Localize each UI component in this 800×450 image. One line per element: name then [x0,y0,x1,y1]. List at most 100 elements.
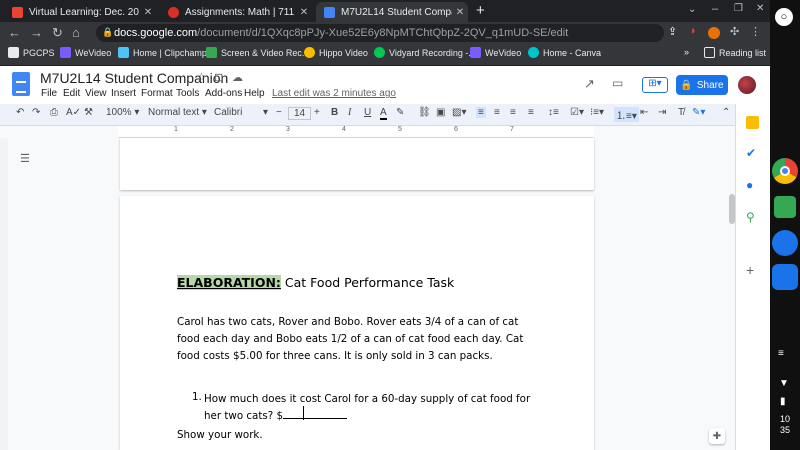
launcher-icon[interactable]: ○ [775,8,793,26]
print-icon[interactable]: ⎙ [50,107,58,118]
italic-icon[interactable]: I [348,107,351,118]
reload-icon[interactable]: ↻ [52,25,63,41]
menu-help[interactable]: Help [244,88,265,99]
font-size-input[interactable]: 14 [288,107,312,120]
window-close-icon[interactable]: ✕ [756,3,764,14]
restore-icon[interactable]: ❐ [734,3,743,14]
close-icon[interactable]: ✕ [452,7,468,18]
reading-list-button[interactable]: Reading list [704,47,766,58]
paint-format-icon[interactable]: ⚒ [84,107,93,118]
bookmark-pgcps[interactable]: PGCPS [8,47,55,58]
extension-icon[interactable] [708,27,720,39]
highlight-icon[interactable]: ✎ [396,107,404,118]
menu-icon[interactable]: ⋮ [750,25,761,38]
home-icon[interactable]: ⌂ [72,25,80,40]
bookmark-wevideo[interactable]: WeVideo [60,47,111,58]
comment-icon[interactable]: ▭ [612,76,623,90]
align-right-icon[interactable]: ≡ [510,107,516,118]
tab-virtual-learning[interactable]: Virtual Learning: Dec. 20 through ✕ [4,2,156,22]
bookmark-canva[interactable]: Home - Canva [528,47,601,58]
tab-student-companion[interactable]: M7U2L14 Student Companion - Go ✕ [316,2,468,22]
bookmark-label: WeVideo [75,47,112,58]
spellcheck-icon[interactable]: A✓ [66,107,81,118]
align-left-icon[interactable]: ≡ [476,107,486,118]
move-folder-icon[interactable]: ⊡ [214,71,223,84]
system-clock[interactable]: 10 35 [770,414,800,436]
decrease-font-size-icon[interactable]: − [276,107,282,118]
classroom-icon[interactable] [774,196,796,218]
keep-icon[interactable] [746,116,759,129]
share-button[interactable]: 🔒 Share [676,75,728,95]
menu-file[interactable]: File [41,88,57,99]
decrease-indent-icon[interactable]: ⇤ [640,107,648,118]
close-icon[interactable]: ✕ [140,7,156,18]
contacts-icon[interactable]: ● [746,178,753,192]
back-icon[interactable]: ← [8,25,21,40]
menu-edit[interactable]: Edit [63,88,80,99]
undo-icon[interactable]: ↶ [16,107,24,118]
bookmarks-overflow-icon[interactable]: » [684,47,689,57]
insert-comment-icon[interactable]: ▣ [436,107,445,118]
insert-image-icon[interactable]: ▨▾ [452,107,466,118]
puzzle-icon[interactable]: ✣ [730,25,739,38]
menu-addons[interactable]: Add-ons [205,88,242,99]
close-icon[interactable]: ✕ [296,7,312,18]
justify-icon[interactable]: ≡ [528,107,534,118]
minimize-icon[interactable]: – [712,3,718,15]
font-select[interactable]: Calibri ▾ [214,107,268,118]
vertical-ruler[interactable] [0,138,8,450]
bulleted-list-icon[interactable]: ⁝≡▾ [590,107,604,118]
share-page-icon[interactable]: ⇪ [668,25,677,38]
menu-format[interactable]: Format [141,88,173,99]
redo-icon[interactable]: ↷ [32,107,40,118]
meet-icon[interactable] [772,230,798,256]
forward-icon[interactable]: → [30,25,43,40]
tab-search-icon[interactable]: ⌄ [688,4,696,15]
increase-indent-icon[interactable]: ⇥ [658,107,666,118]
collapse-menus-icon[interactable]: ⌃ [722,107,730,118]
style-select[interactable]: Normal text ▾ [148,107,207,118]
zoom-select[interactable]: 100% ▾ [106,107,139,118]
explore-button[interactable]: ✚ [709,428,725,444]
numbered-list-icon[interactable]: ⒈≡▾ [614,107,639,122]
line-spacing-icon[interactable]: ↕≡ [548,107,559,118]
stylus-icon[interactable]: ≡ [778,348,784,359]
increase-font-size-icon[interactable]: + [314,107,320,118]
horizontal-ruler[interactable]: 1 2 3 4 5 6 7 [118,126,594,138]
page-1[interactable] [120,138,594,190]
bookmark-vidyard[interactable]: Vidyard Recording -... [374,47,476,58]
bookmark-clipchamp[interactable]: Home | Clipchamp [118,47,207,58]
docs-logo-icon[interactable] [12,72,30,96]
meet-present-button[interactable]: ⊞▾ [642,77,668,93]
address-bar[interactable]: 🔒 docs.google.com/document/d/1QXqc8pPJy-… [96,24,664,42]
new-tab-button[interactable]: + [476,2,485,19]
chrome-icon[interactable] [772,158,798,184]
answer-blank[interactable] [283,405,348,420]
tasks-icon[interactable]: ✔ [746,146,756,160]
menu-view[interactable]: View [85,88,107,99]
screencast-extension-icon[interactable]: ◗ [690,25,697,37]
maps-icon[interactable]: ⚲ [746,210,755,224]
checklist-icon[interactable]: ☑▾ [570,107,584,118]
bookmark-wevideo-2[interactable]: WeVideo [470,47,521,58]
files-icon[interactable] [772,264,798,290]
bookmark-screencast[interactable]: Screen & Video Rec... [206,47,309,58]
add-ons-icon[interactable]: + [746,262,754,278]
avatar[interactable] [738,76,756,94]
bold-icon[interactable]: B [331,107,338,118]
text-color-icon[interactable]: A [380,107,387,120]
zoom-value: 100% [106,107,132,118]
last-edit-link[interactable]: Last edit was 2 minutes ago [272,88,396,99]
menu-tools[interactable]: Tools [176,88,199,99]
tab-assignments[interactable]: Assignments: Math | 711 ✕ [160,2,312,22]
editing-mode-icon[interactable]: ✎▾ [692,107,705,118]
link-icon[interactable]: ⛓ [418,107,431,118]
clear-formatting-icon[interactable]: T̸ [678,107,684,118]
star-icon[interactable]: ☆ [196,70,207,84]
bookmark-hippo[interactable]: Hippo Video [304,47,368,58]
document-outline-icon[interactable]: ☰ [20,152,30,165]
activity-icon[interactable]: ↗ [584,76,595,92]
menu-insert[interactable]: Insert [111,88,136,99]
align-center-icon[interactable]: ≡ [494,107,500,118]
underline-icon[interactable]: U [364,107,371,118]
